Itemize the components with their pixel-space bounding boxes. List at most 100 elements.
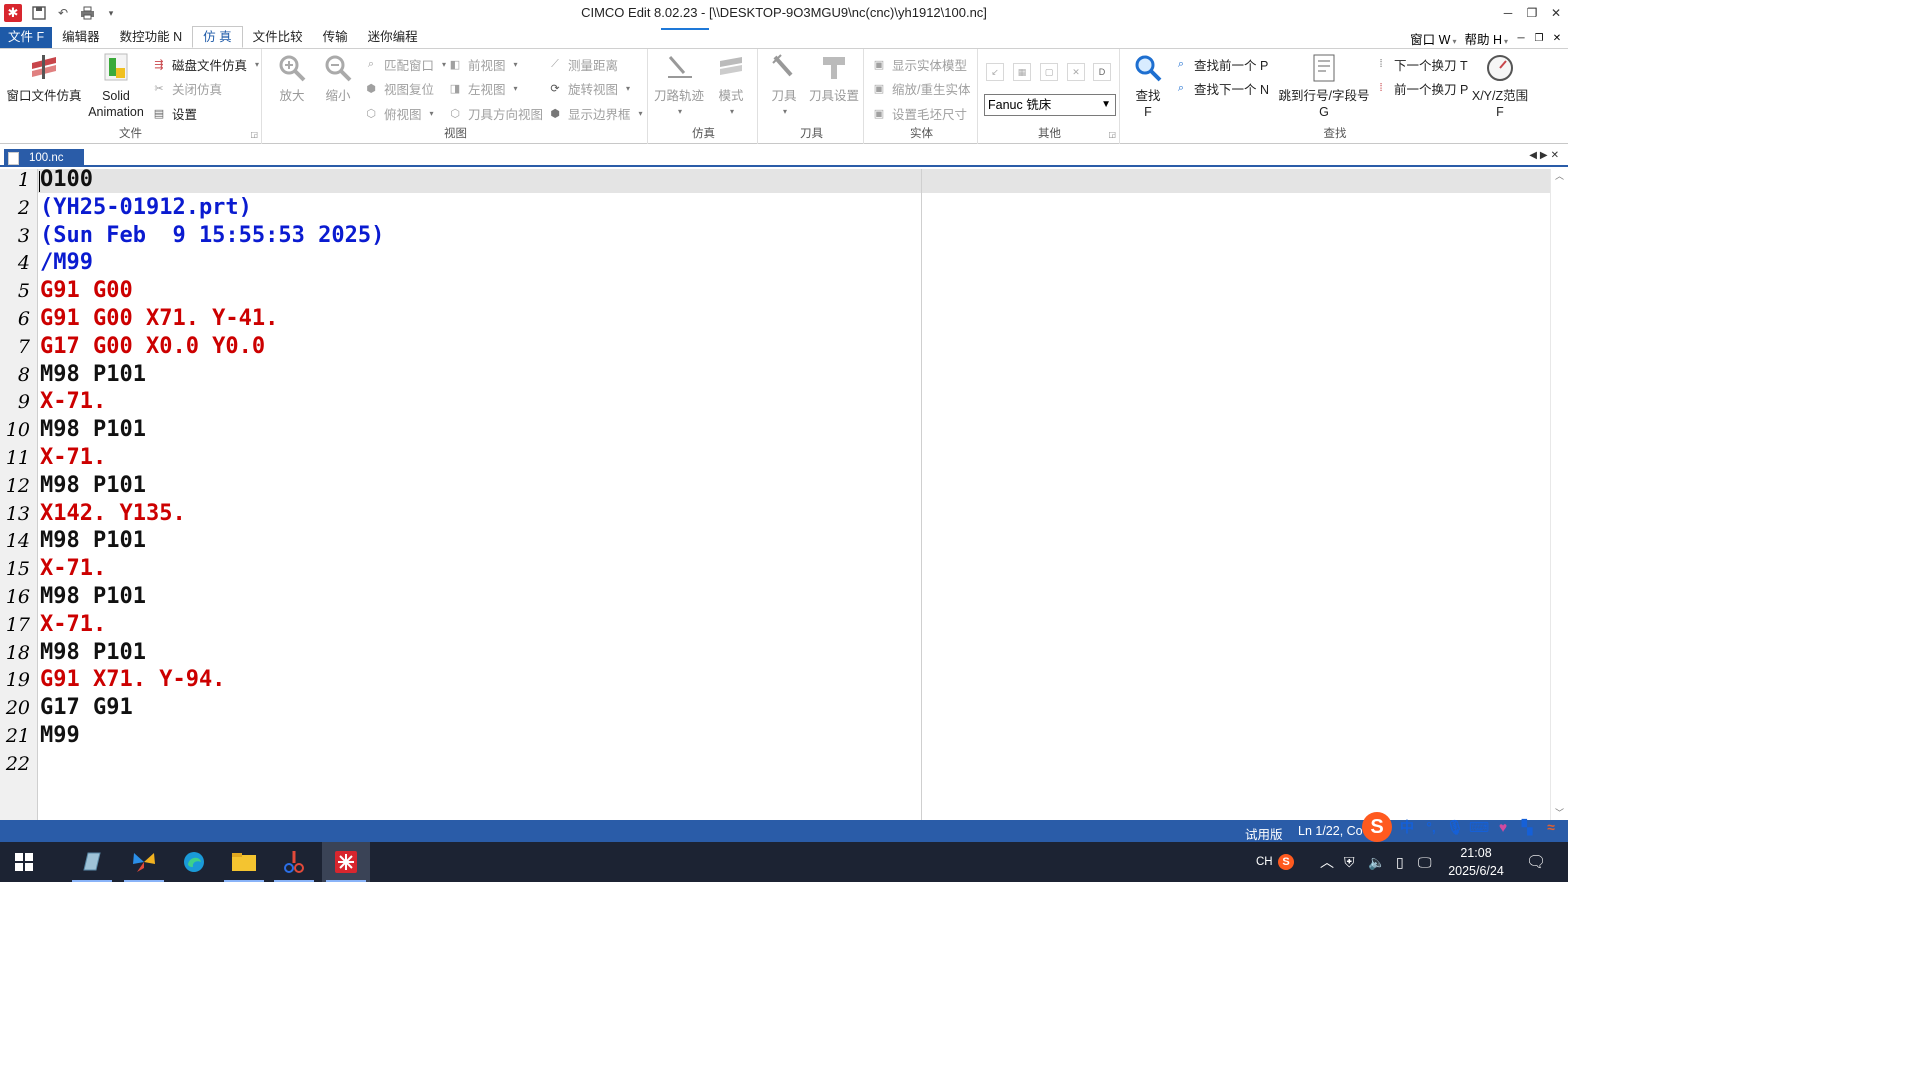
input-lang-indicator[interactable]: CH bbox=[1256, 842, 1273, 882]
disk-sim-button[interactable]: ⇶ 磁盘文件仿真 ▾ bbox=[152, 54, 259, 74]
code-editor[interactable]: 1 O100 2 (YH25-01912.prt) 3 (Sun Feb 9 15:55:… bbox=[0, 167, 1568, 820]
close-document-icon[interactable]: ✕ bbox=[1551, 150, 1562, 161]
volume-icon[interactable]: 🔈 bbox=[1368, 842, 1385, 882]
mdi-restore-icon[interactable]: ❐ bbox=[1534, 33, 1544, 44]
code-line[interactable]: 20 G17 G91 bbox=[0, 695, 1550, 725]
taskbar-app-cimco[interactable] bbox=[322, 842, 370, 882]
grid-icon[interactable]: ▦ bbox=[1013, 63, 1031, 81]
skin-icon[interactable]: ♥ bbox=[1494, 818, 1512, 836]
code-line[interactable]: 3 (Sun Feb 9 15:55:53 2025) bbox=[0, 223, 1550, 253]
code-line[interactable]: 4/M99 bbox=[0, 250, 1550, 280]
mdi-minimize-icon[interactable]: ─ bbox=[1516, 33, 1526, 44]
code-line[interactable]: 8 M98 P101 bbox=[0, 362, 1550, 392]
cimco-logo-icon[interactable]: ✱ bbox=[4, 4, 22, 22]
close-icon[interactable]: ✕ bbox=[1544, 0, 1568, 26]
fit-window-button[interactable]: ⌕ 匹配窗口 ▾ bbox=[364, 54, 446, 74]
taskbar-app-explorer[interactable] bbox=[220, 842, 268, 882]
code-line[interactable]: 22 bbox=[0, 753, 1550, 781]
code-line[interactable]: 5 G91 G00 bbox=[0, 278, 1550, 308]
rotate-view-button[interactable]: ⟳ 旋转视图 ▾ bbox=[548, 78, 630, 98]
top-view-button[interactable]: ⬡ 俯视图 ▾ bbox=[364, 103, 433, 123]
arrow-icon[interactable]: ↙ bbox=[986, 63, 1004, 81]
code-line[interactable]: 10 M98 P101 bbox=[0, 417, 1550, 447]
document-tab[interactable]: 100.nc bbox=[4, 149, 84, 167]
code-line[interactable]: 12 M98 P101 bbox=[0, 473, 1550, 503]
frame-icon[interactable]: ▢ bbox=[1040, 63, 1058, 81]
undo-icon[interactable]: ↶ bbox=[54, 4, 72, 22]
tool-settings-button[interactable]: 刀具设置 bbox=[806, 51, 862, 104]
show-solid-model-button[interactable]: ▣ 显示实体模型 bbox=[872, 54, 967, 74]
apps-grid-icon[interactable]: ▚ bbox=[1518, 818, 1536, 836]
measure-distance-button[interactable]: ⟋ 测量距离 bbox=[548, 54, 618, 74]
dialog-launcher-icon[interactable]: ◲ bbox=[1108, 130, 1116, 139]
dxf-icon[interactable]: D bbox=[1093, 63, 1111, 81]
taskbar-app-tools[interactable] bbox=[270, 842, 318, 882]
code-line[interactable]: 14 M98 P101 bbox=[0, 528, 1550, 558]
menu-window[interactable]: 窗口 W ▾ bbox=[1410, 29, 1456, 48]
zoom-out-button[interactable]: 缩小 bbox=[316, 51, 360, 104]
scroll-up-icon[interactable]: ︿ bbox=[1551, 169, 1568, 183]
zoom-in-button[interactable]: 放大 bbox=[270, 51, 314, 104]
stock-size-button[interactable]: ▣ 设置毛坯尺寸 bbox=[872, 103, 967, 123]
solid-animation-button[interactable]: Solid Animation bbox=[84, 51, 148, 120]
code-line[interactable]: 11 X-71. bbox=[0, 445, 1550, 475]
tool-button[interactable]: 刀具 ▾ bbox=[762, 51, 806, 120]
left-view-button[interactable]: ◨ 左视图 ▾ bbox=[448, 78, 518, 98]
vertical-scrollbar[interactable]: ︿ ﹀ bbox=[1550, 169, 1568, 820]
tool-direction-view-button[interactable]: ⬡ 刀具方向视图 bbox=[448, 103, 543, 123]
close-sim-button[interactable]: ✂ 关闭仿真 bbox=[152, 78, 222, 98]
code-line[interactable]: 2 (YH25-01912.prt) bbox=[0, 195, 1550, 225]
microphone-icon[interactable]: 🎙 bbox=[1446, 818, 1464, 836]
cross-icon[interactable]: ✕ bbox=[1067, 63, 1085, 81]
keyboard-icon[interactable]: ⌨ bbox=[1469, 818, 1489, 836]
sogou-logo-icon[interactable]: S bbox=[1362, 812, 1392, 842]
prev-tool-change-button[interactable]: ⁞ 前一个换刀 P bbox=[1374, 78, 1468, 98]
toolpath-button[interactable]: 刀路轨迹 ▾ bbox=[652, 51, 706, 120]
zoom-regen-solid-button[interactable]: ▣ 缩放/重生实体 bbox=[872, 78, 971, 98]
view-reset-button[interactable]: ⬢ 视图复位 bbox=[364, 78, 434, 98]
sogou-tray-icon[interactable]: S bbox=[1278, 842, 1294, 882]
tab-transfer[interactable]: 传输 bbox=[313, 27, 358, 48]
tab-simulation[interactable]: 仿 真 bbox=[192, 26, 243, 48]
print-icon[interactable] bbox=[78, 4, 96, 22]
code-line[interactable]: 6 G91 G00 X71. Y-41. bbox=[0, 306, 1550, 336]
customize-qa-icon[interactable]: ▾ bbox=[102, 4, 120, 22]
network-icon[interactable]: 🖵 bbox=[1418, 842, 1432, 882]
tab-scroll-right-icon[interactable]: ▶ bbox=[1540, 150, 1551, 161]
taskbar-app-butterfly[interactable] bbox=[120, 842, 168, 882]
punctuation-icon[interactable]: °, bbox=[1422, 818, 1440, 836]
taskbar-app-edge[interactable] bbox=[170, 842, 218, 882]
taskbar-clock[interactable]: 21:08 2025/6/24 bbox=[1436, 844, 1516, 880]
show-hidden-icons-icon[interactable]: ︿ bbox=[1320, 842, 1334, 882]
usb-device-icon[interactable]: ▯ bbox=[1396, 842, 1404, 882]
find-button[interactable]: 查找 F bbox=[1128, 51, 1168, 120]
code-line[interactable]: 16 M98 P101 bbox=[0, 584, 1550, 614]
goto-line-button[interactable]: 跳到行号/字段号 G bbox=[1276, 51, 1372, 120]
tab-scroll-left-icon[interactable]: ◀ bbox=[1529, 150, 1540, 161]
machine-select[interactable]: Fanuc 铣床 ▼ bbox=[984, 94, 1116, 116]
more-tools-icon[interactable]: ≈ bbox=[1542, 818, 1560, 836]
code-line[interactable]: 15 X-71. bbox=[0, 556, 1550, 586]
notification-center-icon[interactable]: 🗨 bbox=[1526, 842, 1546, 882]
find-next-button[interactable]: ⌕ 查找下一个 N bbox=[1174, 78, 1269, 98]
code-line[interactable]: 17 X-71. bbox=[0, 612, 1550, 642]
menu-file[interactable]: 文件 F bbox=[0, 27, 53, 48]
code-line[interactable]: 9 X-71. bbox=[0, 389, 1550, 419]
mdi-close-icon[interactable]: ✕ bbox=[1552, 33, 1562, 44]
code-line[interactable]: 18 M98 P101 bbox=[0, 640, 1550, 670]
start-button[interactable] bbox=[0, 842, 48, 882]
xyz-range-button[interactable]: X/Y/Z范围 F bbox=[1468, 51, 1532, 120]
tab-editor[interactable]: 编辑器 bbox=[52, 27, 110, 48]
tab-mini-programming[interactable]: 迷你编程 bbox=[358, 27, 428, 48]
tab-file-compare[interactable]: 文件比较 bbox=[243, 27, 313, 48]
code-line[interactable]: 13 X142. Y135. bbox=[0, 501, 1550, 531]
find-previous-button[interactable]: ⌕ 查找前一个 P bbox=[1174, 54, 1268, 74]
code-line[interactable]: 7 G17 G00 X0.0 Y0.0 bbox=[0, 334, 1550, 364]
tab-nc-functions[interactable]: 数控功能 N bbox=[110, 27, 193, 48]
code-line[interactable]: 21 M99 bbox=[0, 723, 1550, 753]
code-line[interactable]: 19 G91 X71. Y-94. bbox=[0, 667, 1550, 697]
dialog-launcher-icon[interactable]: ◲ bbox=[250, 130, 258, 139]
show-bounding-box-button[interactable]: ⬢ 显示边界框 ▾ bbox=[548, 103, 642, 123]
ime-chinese-mode[interactable]: 中 bbox=[1398, 818, 1416, 836]
code-line[interactable]: 1 O100 bbox=[0, 167, 1550, 197]
